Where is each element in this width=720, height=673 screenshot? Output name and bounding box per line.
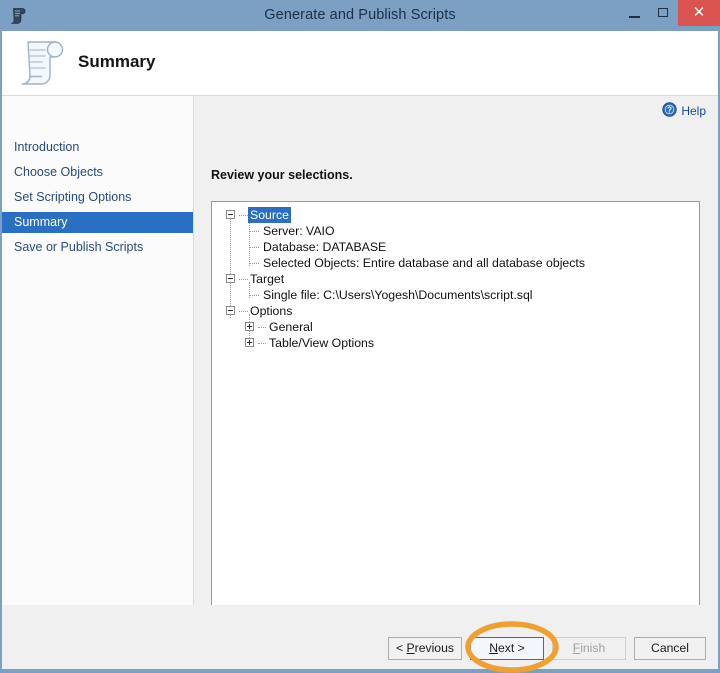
tree-expander-target[interactable] — [226, 274, 235, 283]
close-button[interactable]: ✕ — [678, 0, 720, 26]
tree-connector — [249, 247, 259, 249]
tree-node-label: Server: VAIO — [263, 224, 335, 238]
tree-node-label: Single file: C:\Users\Yogesh\Documents\s… — [263, 288, 533, 302]
summary-tree-panel[interactable]: Source Server: VAIO Database: DATABASE S… — [211, 201, 700, 615]
tree-node-label: Source — [248, 207, 291, 223]
tree-connector — [258, 343, 266, 345]
minus-icon — [228, 214, 233, 215]
dialog-window: Generate and Publish Scripts ✕ Summary I… — [0, 0, 720, 673]
tree-node-selected-objects[interactable]: Selected Objects: Entire database and al… — [261, 255, 587, 271]
close-icon: ✕ — [692, 4, 706, 21]
tree-connector — [239, 311, 248, 313]
tree-node-label: Options — [250, 304, 293, 318]
main-content: ? Help Review your selections. Source Se… — [194, 96, 718, 669]
sidebar-item-summary[interactable]: Summary — [2, 212, 193, 233]
sidebar-nav: Introduction Choose Objects Set Scriptin… — [2, 96, 194, 669]
maximize-icon — [658, 8, 668, 17]
tree-connector — [249, 263, 259, 265]
tree-node-label: Database: DATABASE — [263, 240, 387, 254]
page-title: Summary — [78, 52, 156, 71]
tree-node-source[interactable]: Source — [248, 207, 291, 223]
tree-node-label: General — [269, 320, 313, 334]
tree-node-general[interactable]: General — [267, 319, 315, 335]
tree-connector — [249, 295, 259, 297]
tree-connector — [230, 218, 232, 318]
minimize-button[interactable] — [620, 0, 649, 26]
tree-node-server[interactable]: Server: VAIO — [261, 223, 337, 239]
sidebar-item-set-scripting-options[interactable]: Set Scripting Options — [2, 187, 193, 208]
tree-expander-source[interactable] — [226, 210, 235, 219]
tree-connector — [249, 231, 259, 233]
sidebar-item-choose-objects[interactable]: Choose Objects — [2, 162, 193, 183]
tree-node-single-file[interactable]: Single file: C:\Users\Yogesh\Documents\s… — [261, 287, 535, 303]
tree-node-target[interactable]: Target — [248, 271, 286, 287]
tree-expander-table-view-options[interactable] — [245, 338, 254, 347]
tree-expander-general[interactable] — [245, 322, 254, 331]
tree-node-database[interactable]: Database: DATABASE — [261, 239, 388, 255]
tree-connector — [258, 327, 266, 329]
minimize-icon — [629, 16, 640, 18]
help-link[interactable]: Help — [681, 103, 706, 119]
sidebar-item-save-or-publish-scripts[interactable]: Save or Publish Scripts — [2, 237, 193, 258]
next-button[interactable]: Next > — [470, 637, 544, 660]
tree-node-options[interactable]: Options — [248, 303, 294, 319]
plus-icon — [249, 340, 250, 345]
minus-icon — [228, 310, 233, 311]
tree-connector — [239, 215, 248, 217]
tree-node-table-view-options[interactable]: Table/View Options — [267, 335, 376, 351]
dialog-header: Summary — [2, 31, 718, 96]
sidebar-item-introduction[interactable]: Introduction — [2, 137, 193, 158]
previous-button[interactable]: < Previous — [388, 637, 462, 660]
plus-icon — [249, 324, 250, 329]
tree-connector — [249, 218, 251, 266]
client-area: Summary Introduction Choose Objects Set … — [2, 31, 718, 669]
tree-node-label: Target — [250, 272, 285, 286]
window-title: Generate and Publish Scripts — [264, 7, 456, 23]
svg-text:?: ? — [667, 106, 672, 115]
tree-connector — [239, 279, 248, 281]
review-heading: Review your selections. — [211, 168, 353, 182]
script-scroll-icon — [21, 41, 64, 85]
help-circle-icon[interactable]: ? — [662, 102, 677, 117]
cancel-button[interactable]: Cancel — [634, 637, 706, 660]
tree-node-label: Selected Objects: Entire database and al… — [263, 256, 585, 270]
minus-icon — [228, 278, 233, 279]
title-bar: Generate and Publish Scripts ✕ — [0, 0, 720, 31]
tree-expander-options[interactable] — [226, 306, 235, 315]
maximize-button[interactable] — [649, 0, 678, 26]
tree-node-label: Table/View Options — [269, 336, 375, 350]
dialog-footer: < Previous Next > Finish Cancel — [2, 605, 718, 669]
finish-button: Finish — [552, 637, 626, 660]
